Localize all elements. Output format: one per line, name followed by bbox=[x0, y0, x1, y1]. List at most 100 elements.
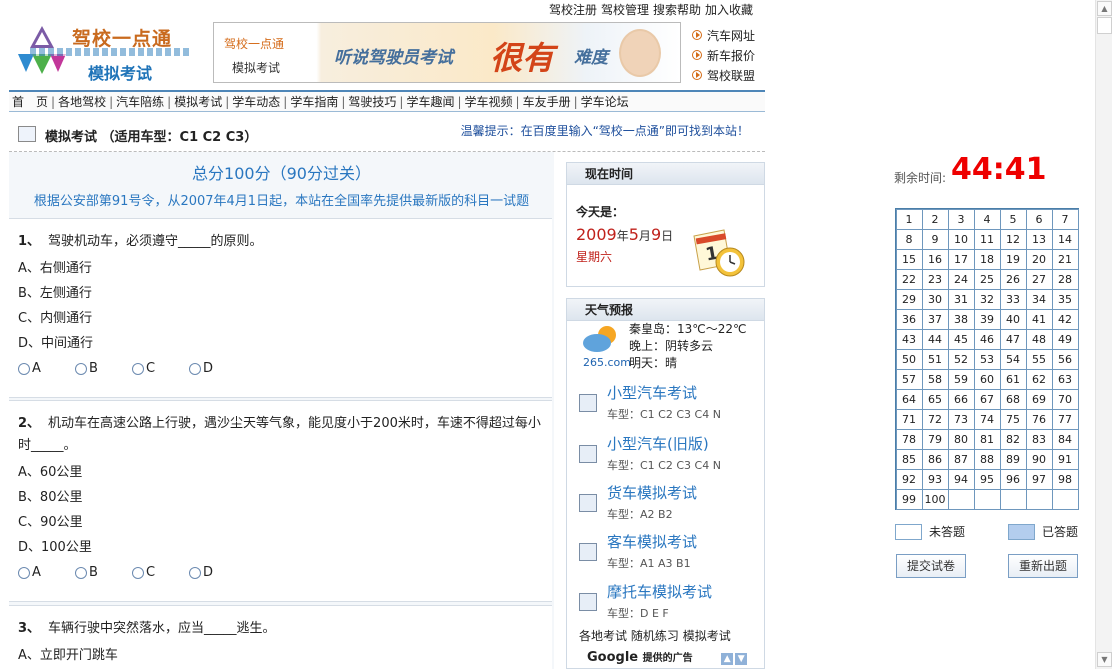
question-cell[interactable]: 18 bbox=[973, 248, 1001, 270]
question-cell[interactable]: 72 bbox=[921, 408, 949, 430]
random-practice-link[interactable]: 随机练习 bbox=[631, 629, 679, 643]
question-cell[interactable]: 26 bbox=[999, 268, 1027, 290]
question-cell[interactable]: 96 bbox=[999, 468, 1027, 490]
question-cell[interactable]: 87 bbox=[947, 448, 975, 470]
question-cell[interactable]: 4 bbox=[973, 208, 1001, 230]
site-logo[interactable]: 驾校一点通 模拟考试 bbox=[14, 22, 194, 84]
side-link-prices[interactable]: 新车报价 bbox=[692, 45, 755, 65]
question-cell[interactable]: 20 bbox=[1025, 248, 1053, 270]
question-cell[interactable]: 78 bbox=[895, 428, 923, 450]
weather-source[interactable]: 265.com bbox=[583, 356, 631, 369]
question-cell[interactable]: 37 bbox=[921, 308, 949, 330]
question-cell[interactable]: 9 bbox=[921, 228, 949, 250]
choice-a-radio[interactable]: A bbox=[18, 361, 75, 376]
question-cell[interactable]: 85 bbox=[895, 448, 923, 470]
question-cell[interactable]: 52 bbox=[947, 348, 975, 370]
help-link[interactable]: 搜索帮助 bbox=[653, 3, 701, 17]
question-cell[interactable]: 94 bbox=[947, 468, 975, 490]
choice-a-radio[interactable]: A bbox=[18, 565, 75, 580]
question-cell[interactable]: 7 bbox=[1051, 208, 1079, 230]
question-cell[interactable]: 17 bbox=[947, 248, 975, 270]
question-cell[interactable]: 63 bbox=[1051, 368, 1079, 390]
question-cell[interactable]: 57 bbox=[895, 368, 923, 390]
question-cell[interactable]: 76 bbox=[1025, 408, 1053, 430]
question-cell[interactable]: 62 bbox=[1025, 368, 1053, 390]
question-cell[interactable]: 43 bbox=[895, 328, 923, 350]
exam-link-small-car-old[interactable]: 小型汽车(旧版) 车型：C1 C2 C3 C4 N bbox=[579, 433, 759, 479]
question-cell[interactable]: 51 bbox=[921, 348, 949, 370]
nav-guide[interactable]: 学车指南 bbox=[287, 93, 341, 110]
question-cell[interactable]: 13 bbox=[1025, 228, 1053, 250]
question-cell[interactable]: 58 bbox=[921, 368, 949, 390]
question-cell[interactable]: 53 bbox=[973, 348, 1001, 370]
question-cell[interactable]: 99 bbox=[895, 488, 923, 510]
nav-schools[interactable]: 各地驾校 bbox=[55, 93, 109, 110]
scroll-up-icon[interactable]: ▲ bbox=[1097, 1, 1112, 16]
question-cell[interactable]: 84 bbox=[1051, 428, 1079, 450]
question-cell[interactable]: 55 bbox=[1025, 348, 1053, 370]
side-link-alliance[interactable]: 驾校联盟 bbox=[692, 65, 755, 85]
question-cell[interactable]: 14 bbox=[1051, 228, 1079, 250]
question-cell[interactable]: 91 bbox=[1051, 448, 1079, 470]
question-cell[interactable]: 54 bbox=[999, 348, 1027, 370]
question-cell[interactable]: 15 bbox=[895, 248, 923, 270]
question-cell[interactable]: 16 bbox=[921, 248, 949, 270]
nav-skills[interactable]: 驾驶技巧 bbox=[345, 93, 399, 110]
question-cell[interactable]: 86 bbox=[921, 448, 949, 470]
question-cell[interactable]: 60 bbox=[973, 368, 1001, 390]
question-cell[interactable]: 88 bbox=[973, 448, 1001, 470]
question-cell[interactable]: 23 bbox=[921, 268, 949, 290]
question-cell[interactable]: 2 bbox=[921, 208, 949, 230]
question-cell[interactable]: 22 bbox=[895, 268, 923, 290]
nav-practice[interactable]: 汽车陪练 bbox=[113, 93, 167, 110]
question-cell[interactable]: 31 bbox=[947, 288, 975, 310]
question-cell[interactable]: 70 bbox=[1051, 388, 1079, 410]
question-cell[interactable]: 38 bbox=[947, 308, 975, 330]
question-cell[interactable]: 1 bbox=[895, 208, 923, 230]
page-scrollbar[interactable]: ▲ ▼ bbox=[1095, 0, 1112, 669]
nav-forum[interactable]: 学车论坛 bbox=[578, 93, 632, 110]
question-cell[interactable]: 93 bbox=[921, 468, 949, 490]
nav-home[interactable]: 首 页 bbox=[9, 93, 51, 110]
question-cell[interactable]: 32 bbox=[973, 288, 1001, 310]
nav-news[interactable]: 学车动态 bbox=[229, 93, 283, 110]
question-cell[interactable]: 68 bbox=[999, 388, 1027, 410]
question-cell[interactable]: 79 bbox=[921, 428, 949, 450]
scroll-thumb[interactable] bbox=[1097, 17, 1112, 34]
choice-d-radio[interactable]: D bbox=[189, 361, 246, 376]
question-cell[interactable]: 75 bbox=[999, 408, 1027, 430]
question-cell[interactable]: 33 bbox=[999, 288, 1027, 310]
exam-link-motorcycle[interactable]: 摩托车模拟考试 车型：D E F bbox=[579, 581, 759, 627]
question-cell[interactable]: 39 bbox=[973, 308, 1001, 330]
question-cell[interactable]: 64 bbox=[895, 388, 923, 410]
nav-exam[interactable]: 模拟考试 bbox=[171, 93, 225, 110]
question-cell[interactable]: 3 bbox=[947, 208, 975, 230]
submit-button[interactable]: 提交试卷 bbox=[896, 554, 966, 578]
question-cell[interactable]: 45 bbox=[947, 328, 975, 350]
favorite-link[interactable]: 加入收藏 bbox=[705, 3, 753, 17]
question-cell[interactable]: 10 bbox=[947, 228, 975, 250]
question-cell[interactable]: 47 bbox=[999, 328, 1027, 350]
question-cell[interactable]: 8 bbox=[895, 228, 923, 250]
question-cell[interactable]: 61 bbox=[999, 368, 1027, 390]
question-cell[interactable]: 6 bbox=[1025, 208, 1053, 230]
choice-b-radio[interactable]: B bbox=[75, 361, 132, 376]
nav-manual[interactable]: 车友手册 bbox=[520, 93, 574, 110]
question-cell[interactable]: 34 bbox=[1025, 288, 1053, 310]
question-cell[interactable]: 69 bbox=[1025, 388, 1053, 410]
question-cell[interactable]: 59 bbox=[947, 368, 975, 390]
register-link[interactable]: 驾校注册 bbox=[549, 3, 597, 17]
question-cell[interactable]: 19 bbox=[999, 248, 1027, 270]
question-cell[interactable]: 28 bbox=[1051, 268, 1079, 290]
question-cell[interactable]: 42 bbox=[1051, 308, 1079, 330]
question-cell[interactable]: 46 bbox=[973, 328, 1001, 350]
question-cell[interactable]: 71 bbox=[895, 408, 923, 430]
choice-c-radio[interactable]: C bbox=[132, 565, 189, 580]
mock-exam-link[interactable]: 模拟考试 bbox=[683, 629, 731, 643]
question-cell[interactable]: 80 bbox=[947, 428, 975, 450]
choice-c-radio[interactable]: C bbox=[132, 361, 189, 376]
question-cell[interactable]: 49 bbox=[1051, 328, 1079, 350]
nav-video[interactable]: 学车视频 bbox=[462, 93, 516, 110]
exam-link-truck[interactable]: 货车模拟考试 车型：A2 B2 bbox=[579, 482, 759, 528]
choice-b-radio[interactable]: B bbox=[75, 565, 132, 580]
